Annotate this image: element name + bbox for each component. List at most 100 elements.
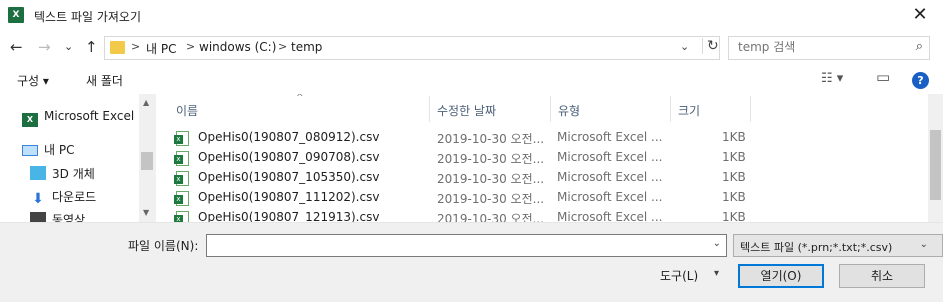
csv-file-icon	[174, 131, 189, 146]
column-header-type[interactable]: 유형	[558, 102, 580, 119]
file-date: 2019-10-30 오전...	[437, 192, 545, 206]
filename-field[interactable]: ⌄	[206, 234, 727, 257]
column-header-size[interactable]: 크기	[678, 102, 700, 119]
3d-objects-icon	[30, 166, 46, 180]
scrollbar-thumb[interactable]	[141, 152, 153, 170]
column-divider[interactable]	[750, 96, 751, 122]
file-type: Microsoft Excel ...	[557, 190, 663, 204]
organize-button[interactable]: 구성 ▾	[17, 72, 49, 89]
csv-file-icon	[174, 171, 189, 186]
excel-icon: X	[8, 7, 24, 23]
file-type: Microsoft Excel ...	[557, 170, 663, 184]
refresh-icon[interactable]: ↻	[702, 38, 719, 54]
file-name: OpeHis0(190807_090708).csv	[198, 150, 380, 164]
breadcrumb-separator: >	[278, 40, 288, 53]
file-size: 1KB	[722, 150, 746, 164]
command-bar: 구성 ▾ 새 폴더 ☷ ▾ ▭	[0, 64, 943, 94]
address-dropdown-icon[interactable]: ⌄	[680, 40, 689, 53]
up-button[interactable]: ↑	[85, 38, 98, 56]
csv-file-icon	[174, 151, 189, 166]
csv-file-icon	[174, 211, 189, 222]
scroll-up-icon[interactable]: ▲	[143, 98, 149, 107]
table-row[interactable]: OpeHis0(190807_105350).csv 2019-10-30 오전…	[156, 168, 943, 188]
filename-dropdown-icon[interactable]: ⌄	[713, 238, 721, 249]
open-button[interactable]: 열기(O)	[738, 264, 824, 288]
folder-icon	[110, 41, 125, 54]
table-row[interactable]: OpeHis0(190807_111202).csv 2019-10-30 오전…	[156, 188, 943, 208]
navigation-pane: X Microsoft Excel 내 PC 3D 개체 ⬇ 다운로드 동영상	[0, 94, 155, 222]
sidebar-item-microsoft-excel[interactable]: X Microsoft Excel	[22, 109, 134, 127]
table-row[interactable]: OpeHis0(190807_080912).csv 2019-10-30 오전…	[156, 128, 943, 148]
scrollbar-thumb[interactable]	[930, 130, 941, 200]
column-divider[interactable]	[550, 96, 551, 122]
file-type: Microsoft Excel ...	[557, 130, 663, 144]
sidebar-item-downloads[interactable]: ⬇ 다운로드	[30, 188, 96, 206]
breadcrumb-separator: >	[186, 40, 196, 53]
forward-button[interactable]: →	[38, 38, 51, 56]
file-date: 2019-10-30 오전...	[437, 212, 545, 222]
computer-icon	[22, 145, 38, 156]
preview-pane-icon[interactable]: ▭	[876, 68, 890, 86]
title-bar: X 텍스트 파일 가져오기 ✕	[0, 0, 943, 32]
file-type: Microsoft Excel ...	[557, 210, 663, 222]
address-bar[interactable]: > 내 PC > windows (C:) > temp ⌄ ↻	[104, 36, 720, 60]
column-header-name[interactable]: 이름	[176, 102, 198, 119]
filename-input[interactable]	[207, 235, 697, 255]
sidebar-item-videos[interactable]: 동영상	[30, 211, 85, 222]
search-box[interactable]: ⌕	[728, 36, 930, 60]
column-divider[interactable]	[670, 96, 671, 122]
file-date: 2019-10-30 오전...	[437, 132, 545, 146]
scroll-down-icon[interactable]: ▼	[143, 208, 149, 217]
sidebar-item-3d-objects[interactable]: 3D 개체	[30, 165, 95, 182]
breadcrumb-drive-c[interactable]: windows (C:)	[199, 40, 276, 54]
column-divider[interactable]	[429, 96, 430, 122]
sidebar-item-label: 동영상	[52, 213, 86, 222]
sort-indicator-icon: ^	[296, 94, 304, 103]
help-icon[interactable]: ?	[912, 72, 929, 89]
breadcrumb-temp[interactable]: temp	[291, 40, 322, 54]
file-type: Microsoft Excel ...	[557, 150, 663, 164]
breadcrumb-separator: >	[131, 40, 141, 53]
column-header-date[interactable]: 수정한 날짜	[437, 102, 496, 119]
tools-dropdown-icon[interactable]: ▾	[714, 268, 719, 279]
file-list-scrollbar[interactable]	[928, 94, 943, 222]
file-size: 1KB	[722, 130, 746, 144]
file-type-filter[interactable]: 텍스트 파일 (*.prn;*.txt;*.csv) ⌄	[733, 234, 943, 257]
view-options-icon[interactable]: ☷ ▾	[821, 71, 843, 86]
file-size: 1KB	[722, 170, 746, 184]
chevron-down-icon[interactable]: ⌄	[920, 239, 928, 250]
file-name: OpeHis0(190807_105350).csv	[198, 170, 380, 184]
table-row[interactable]: OpeHis0(190807_090708).csv 2019-10-30 오전…	[156, 148, 943, 168]
sidebar-item-label: 다운로드	[52, 190, 97, 204]
video-icon	[30, 212, 46, 222]
csv-file-icon	[174, 191, 189, 206]
sidebar-item-label: 3D 개체	[52, 167, 95, 181]
filename-label: 파일 이름(N):	[128, 239, 199, 253]
dialog-footer: 파일 이름(N): ⌄ 텍스트 파일 (*.prn;*.txt;*.csv) ⌄…	[0, 222, 943, 302]
file-name: OpeHis0(190807_111202).csv	[198, 190, 380, 204]
cancel-button[interactable]: 취소	[839, 264, 925, 288]
window-title: 텍스트 파일 가져오기	[34, 10, 141, 24]
new-folder-button[interactable]: 새 폴더	[86, 72, 123, 89]
excel-icon: X	[22, 113, 38, 127]
file-size: 1KB	[722, 210, 746, 222]
back-button[interactable]: ←	[10, 38, 23, 56]
download-icon: ⬇	[32, 191, 44, 207]
file-name: OpeHis0(190807_080912).csv	[198, 130, 380, 144]
search-input[interactable]	[738, 40, 898, 54]
file-name: OpeHis0(190807_121913).csv	[198, 210, 380, 222]
file-date: 2019-10-30 오전...	[437, 172, 545, 186]
file-type-filter-value: 텍스트 파일 (*.prn;*.txt;*.csv)	[740, 241, 893, 254]
search-icon[interactable]: ⌕	[916, 39, 923, 54]
sidebar-item-this-pc[interactable]: 내 PC	[22, 141, 74, 158]
file-list: ^ 이름 수정한 날짜 유형 크기 OpeHis0(190807_080912)…	[156, 94, 943, 222]
sidebar-item-label: 내 PC	[44, 143, 75, 157]
table-row[interactable]: OpeHis0(190807_121913).csv 2019-10-30 오전…	[156, 208, 943, 222]
close-button[interactable]: ✕	[897, 0, 943, 30]
recent-locations-icon[interactable]: ⌄	[64, 38, 73, 56]
file-date: 2019-10-30 오전...	[437, 152, 545, 166]
tools-button[interactable]: 도구(L)	[660, 267, 698, 284]
address-row: ← → ⌄ ↑ > 내 PC > windows (C:) > temp ⌄ ↻…	[0, 32, 943, 64]
navigation-scrollbar[interactable]: ▲ ▼	[139, 94, 156, 222]
breadcrumb-this-pc[interactable]: 내 PC	[146, 40, 176, 57]
